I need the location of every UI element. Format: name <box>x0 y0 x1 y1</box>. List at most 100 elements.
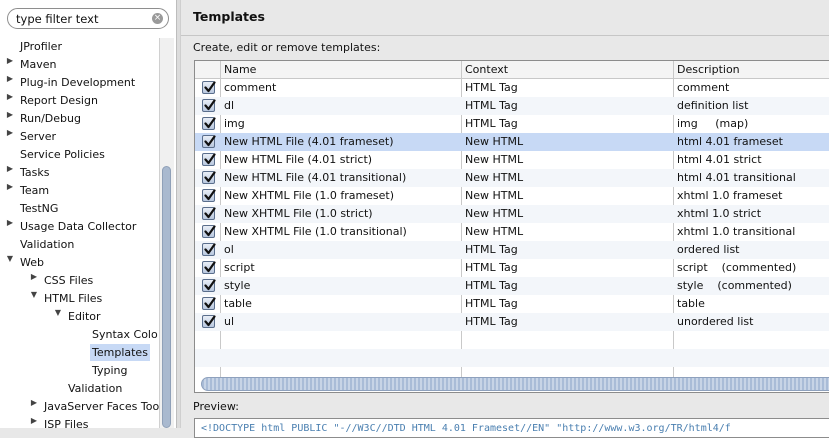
tree-item[interactable]: Usage Data Collector <box>20 218 136 235</box>
table-row[interactable]: style HTML Tag style (commented) <box>195 277 829 295</box>
triangle-right-icon[interactable]: ▶ <box>5 56 15 73</box>
cell-context: HTML Tag <box>465 279 518 292</box>
row-checkbox[interactable] <box>202 135 216 148</box>
tree-item[interactable]: Validation <box>20 236 74 253</box>
cell-name: style <box>224 279 251 292</box>
column-header-description[interactable]: Description <box>677 61 740 78</box>
tree-item[interactable]: Report Design <box>20 92 98 109</box>
tree-item[interactable]: JSP Files <box>44 416 89 428</box>
row-checkbox[interactable] <box>202 207 216 220</box>
triangle-right-icon[interactable]: ▶ <box>29 398 39 415</box>
triangle-right-icon[interactable]: ▶ <box>5 74 15 91</box>
triangle-right-icon[interactable]: ▶ <box>5 110 15 127</box>
triangle-down-icon[interactable]: ▼ <box>29 290 39 307</box>
filter-input[interactable] <box>16 11 146 26</box>
row-checkbox[interactable] <box>202 243 216 256</box>
column-header-name[interactable]: Name <box>224 61 256 78</box>
column-header-context[interactable]: Context <box>465 61 508 78</box>
tree-item[interactable]: Templates <box>90 344 150 361</box>
row-checkbox[interactable] <box>202 225 216 238</box>
cell-name: New HTML File (4.01 frameset) <box>224 135 394 148</box>
cell-context: HTML Tag <box>465 117 518 130</box>
tree-item[interactable]: Plug-in Development <box>20 74 135 91</box>
cell-description: ordered list <box>677 243 740 256</box>
row-checkbox[interactable] <box>202 315 216 328</box>
row-checkbox[interactable] <box>202 261 216 274</box>
cell-name: ol <box>224 243 234 256</box>
tree-item[interactable]: Tasks <box>20 164 49 181</box>
row-checkbox[interactable] <box>202 297 216 310</box>
cell-name: comment <box>224 81 277 94</box>
tree-scrollbar-thumb[interactable] <box>162 166 171 428</box>
table-row[interactable]: ul HTML Tag unordered list <box>195 313 829 331</box>
table-row[interactable]: img HTML Tag img (map) <box>195 115 829 133</box>
cell-description: img (map) <box>677 117 749 130</box>
triangle-right-icon[interactable]: ▶ <box>5 218 15 235</box>
cell-description: html 4.01 frameset <box>677 135 783 148</box>
cell-name: ul <box>224 315 235 328</box>
cell-context: New HTML <box>465 225 524 238</box>
cell-context: New HTML <box>465 189 524 202</box>
cell-context: New HTML <box>465 153 524 166</box>
table-row[interactable]: New XHTML File (1.0 frameset) New HTML xht… <box>195 187 829 205</box>
tree-item[interactable]: Syntax Colo <box>92 326 158 343</box>
cell-name: New XHTML File (1.0 transitional) <box>224 225 407 238</box>
row-checkbox[interactable] <box>202 117 216 130</box>
table-row[interactable]: New HTML File (4.01 frameset) New HTML htm… <box>195 133 829 151</box>
row-checkbox[interactable] <box>202 153 216 166</box>
table-horizontal-scrollbar[interactable] <box>201 377 829 391</box>
tree-item[interactable]: Server <box>20 128 56 145</box>
tree-item[interactable]: Validation <box>68 380 122 397</box>
triangle-right-icon[interactable]: ▶ <box>29 416 39 428</box>
tree-item[interactable]: Web <box>20 254 44 271</box>
triangle-down-icon[interactable]: ▼ <box>53 308 63 325</box>
triangle-right-icon[interactable]: ▶ <box>5 182 15 199</box>
table-row[interactable]: table HTML Tag table <box>195 295 829 313</box>
empty-row <box>195 349 829 367</box>
triangle-right-icon[interactable]: ▶ <box>5 128 15 145</box>
cell-context: New HTML <box>465 207 524 220</box>
tree-item[interactable]: Service Policies <box>20 146 105 163</box>
tree-item[interactable]: JProfiler <box>20 38 62 55</box>
tree-item[interactable]: CSS Files <box>44 272 93 289</box>
instructions-label: Create, edit or remove templates: <box>193 41 381 54</box>
cell-description: xhtml 1.0 transitional <box>677 225 796 238</box>
row-checkbox[interactable] <box>202 189 216 202</box>
cell-name: New XHTML File (1.0 strict) <box>224 207 373 220</box>
title-divider <box>181 35 829 36</box>
table-row[interactable]: New XHTML File (1.0 transitional) New HTM… <box>195 223 829 241</box>
tree-item[interactable]: Typing <box>92 362 128 379</box>
table-row[interactable]: dl HTML Tag definition list <box>195 97 829 115</box>
triangle-right-icon[interactable]: ▶ <box>29 272 39 289</box>
tree-item[interactable]: JavaServer Faces Too <box>44 398 159 415</box>
preview-area[interactable]: <!DOCTYPE html PUBLIC "-//W3C//DTD HTML … <box>194 418 829 438</box>
cell-description: html 4.01 transitional <box>677 171 796 184</box>
cell-context: HTML Tag <box>465 81 518 94</box>
table-row[interactable]: New HTML File (4.01 strict) New HTML html … <box>195 151 829 169</box>
clear-search-icon[interactable]: × <box>152 13 163 24</box>
row-checkbox[interactable] <box>202 81 216 94</box>
tree-item[interactable]: Editor <box>68 308 101 325</box>
cell-description: html 4.01 strict <box>677 153 762 166</box>
tree-item[interactable]: HTML Files <box>44 290 102 307</box>
tree-item[interactable]: Run/Debug <box>20 110 81 127</box>
tree-item[interactable]: TestNG <box>20 200 58 217</box>
cell-context: HTML Tag <box>465 297 518 310</box>
triangle-down-icon[interactable]: ▼ <box>5 254 15 271</box>
cell-description: comment <box>677 81 730 94</box>
row-checkbox[interactable] <box>202 279 216 292</box>
tree-item[interactable]: Team <box>20 182 49 199</box>
filter-field[interactable]: × <box>7 8 169 29</box>
tree-item[interactable]: Maven <box>20 56 56 73</box>
cell-description: xhtml 1.0 frameset <box>677 189 783 202</box>
tree-vertical-scrollbar[interactable] <box>159 38 174 428</box>
triangle-right-icon[interactable]: ▶ <box>5 164 15 181</box>
table-row[interactable]: New HTML File (4.01 transitional) New HTM… <box>195 169 829 187</box>
triangle-right-icon[interactable]: ▶ <box>5 92 15 109</box>
table-row[interactable]: script HTML Tag script (commented) <box>195 259 829 277</box>
table-row[interactable]: New XHTML File (1.0 strict) New HTML xhtml… <box>195 205 829 223</box>
table-row[interactable]: ol HTML Tag ordered list <box>195 241 829 259</box>
table-row[interactable]: comment HTML Tag comment <box>195 79 829 97</box>
row-checkbox[interactable] <box>202 99 216 112</box>
row-checkbox[interactable] <box>202 171 216 184</box>
